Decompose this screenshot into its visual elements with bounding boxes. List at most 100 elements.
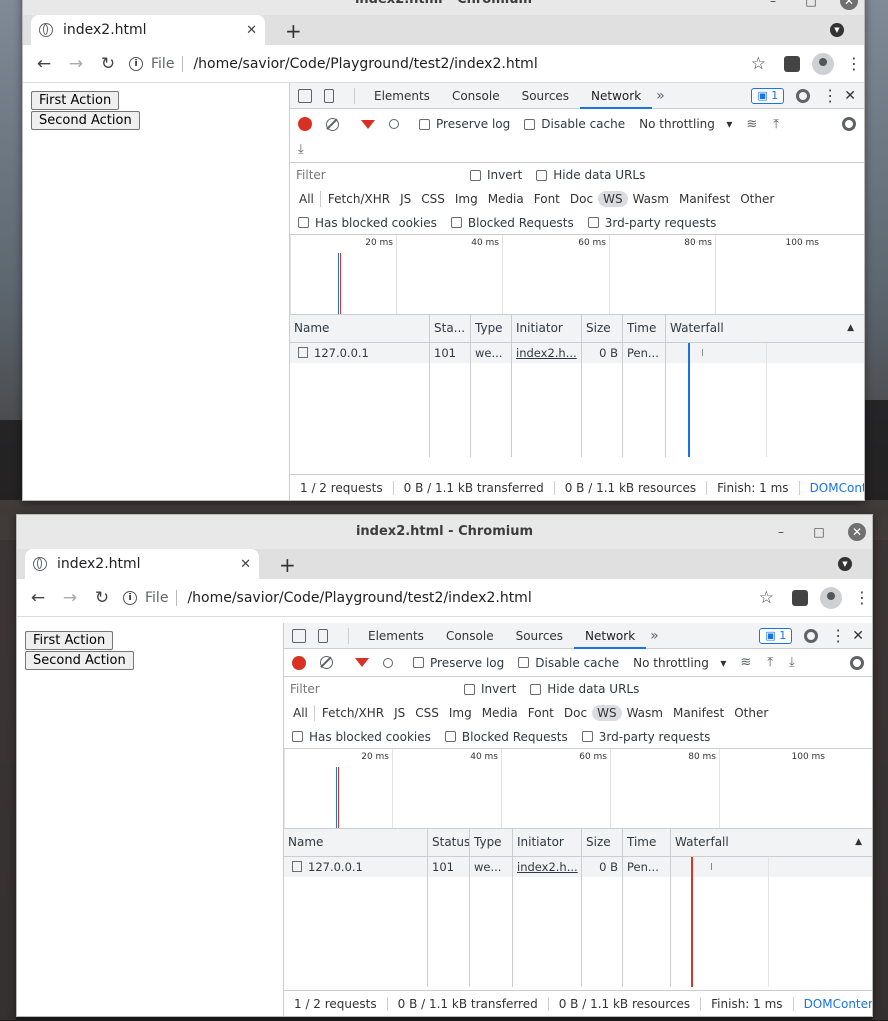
tab-search-icon[interactable]: ▼: [830, 23, 844, 37]
tab-network[interactable]: Network: [574, 623, 647, 649]
url-text[interactable]: /home/savior/Code/Playground/test2/index…: [193, 56, 750, 72]
bookmark-star-icon[interactable]: ☆: [751, 54, 766, 74]
extensions-icon[interactable]: [784, 55, 800, 72]
issues-badge[interactable]: ▣ 1: [751, 87, 785, 104]
network-conditions-icon[interactable]: ≋: [740, 655, 751, 670]
throttling-select[interactable]: No throttling ▾: [639, 117, 732, 131]
tab-network[interactable]: Network: [580, 83, 653, 109]
filter-funnel-icon[interactable]: [361, 119, 375, 129]
clear-icon[interactable]: [326, 117, 339, 131]
search-icon[interactable]: [383, 657, 393, 668]
invert-checkbox[interactable]: Invert: [470, 168, 522, 182]
blocked-cookies-checkbox[interactable]: Has blocked cookies: [292, 730, 431, 744]
record-icon[interactable]: [298, 117, 312, 131]
hide-data-urls-checkbox[interactable]: Hide data URLs: [536, 168, 645, 182]
back-icon[interactable]: ←: [25, 585, 51, 611]
tab-elements[interactable]: Elements: [357, 623, 435, 649]
info-icon[interactable]: i: [129, 56, 143, 71]
close-icon[interactable]: ✕: [848, 523, 866, 541]
disable-cache-checkbox[interactable]: Disable cache: [524, 117, 625, 131]
profile-avatar-icon[interactable]: [812, 52, 834, 75]
network-settings-gear-icon[interactable]: [842, 117, 856, 131]
column-size[interactable]: Size: [582, 315, 623, 342]
column-time[interactable]: Time: [623, 829, 671, 856]
type-filter-manifest[interactable]: Manifest: [674, 191, 735, 207]
type-filter-doc[interactable]: Doc: [559, 705, 592, 721]
settings-gear-icon[interactable]: [796, 88, 811, 103]
browser-tab[interactable]: index2.html ✕: [25, 549, 259, 579]
device-toolbar-icon[interactable]: [324, 88, 334, 103]
settings-gear-icon[interactable]: [804, 628, 819, 643]
type-filter-other[interactable]: Other: [729, 705, 773, 721]
device-toolbar-icon[interactable]: [318, 628, 328, 643]
filter-input[interactable]: [294, 166, 456, 184]
menu-kebab-icon[interactable]: ⋮: [846, 54, 862, 73]
address-bar[interactable]: i File /home/savior/Code/Playground/test…: [121, 582, 778, 613]
minimize-icon[interactable]: –: [764, 0, 782, 10]
disable-cache-checkbox[interactable]: Disable cache: [518, 656, 619, 670]
type-filter-ws[interactable]: WS: [592, 705, 622, 721]
type-filter-font[interactable]: Font: [523, 705, 559, 721]
type-filter-all[interactable]: All: [288, 705, 315, 721]
back-icon[interactable]: ←: [31, 51, 57, 77]
maximize-icon[interactable]: □: [802, 0, 820, 10]
blocked-requests-checkbox[interactable]: Blocked Requests: [450, 216, 574, 230]
info-icon[interactable]: i: [123, 590, 137, 605]
type-filter-ws[interactable]: WS: [598, 191, 628, 207]
more-tabs-icon[interactable]: »: [650, 628, 659, 644]
filter-input[interactable]: [288, 680, 450, 698]
profile-avatar-icon[interactable]: [820, 586, 842, 609]
type-filter-font[interactable]: Font: [529, 191, 565, 207]
column-status[interactable]: Status: [428, 829, 470, 856]
import-har-icon[interactable]: ⤒: [773, 117, 779, 132]
network-settings-gear-icon[interactable]: [850, 655, 864, 670]
browser-tab[interactable]: index2.html ✕: [31, 15, 265, 45]
maximize-icon[interactable]: □: [810, 523, 828, 541]
type-filter-media[interactable]: Media: [477, 705, 523, 721]
type-filter-fetch-xhr[interactable]: Fetch/XHR: [323, 191, 395, 207]
table-row[interactable]: 127.0.0.1 101 we... index2.h... 0 B Pen.…: [290, 343, 864, 363]
type-filter-manifest[interactable]: Manifest: [668, 705, 729, 721]
third-party-checkbox[interactable]: 3rd-party requests: [581, 730, 710, 744]
type-filter-all[interactable]: All: [294, 191, 321, 207]
close-devtools-icon[interactable]: ✕: [844, 88, 856, 104]
type-filter-css[interactable]: CSS: [416, 191, 450, 207]
column-name[interactable]: Name: [290, 315, 430, 342]
new-tab-icon[interactable]: +: [279, 553, 296, 577]
column-size[interactable]: Size: [582, 829, 623, 856]
type-filter-wasm[interactable]: Wasm: [628, 191, 674, 207]
tab-console[interactable]: Console: [435, 623, 505, 649]
tab-search-icon[interactable]: ▼: [838, 557, 852, 571]
address-bar[interactable]: i File /home/savior/Code/Playground/test…: [127, 48, 770, 79]
column-time[interactable]: Time: [623, 315, 666, 342]
url-text[interactable]: /home/savior/Code/Playground/test2/index…: [187, 590, 758, 606]
type-filter-fetch-xhr[interactable]: Fetch/XHR: [317, 705, 389, 721]
forward-icon[interactable]: →: [57, 585, 83, 611]
network-conditions-icon[interactable]: ≋: [746, 117, 757, 132]
second-action-button[interactable]: Second Action: [31, 111, 140, 130]
inspect-element-icon[interactable]: [298, 88, 312, 103]
reload-icon[interactable]: ↻: [89, 585, 115, 611]
menu-kebab-icon[interactable]: ⋮: [854, 588, 870, 607]
minimize-icon[interactable]: –: [772, 523, 790, 541]
inspect-element-icon[interactable]: [292, 628, 306, 643]
tab-console[interactable]: Console: [441, 83, 511, 109]
column-waterfall[interactable]: Waterfall ▲: [671, 829, 872, 856]
reload-icon[interactable]: ↻: [95, 51, 121, 77]
third-party-checkbox[interactable]: 3rd-party requests: [587, 216, 716, 230]
hide-data-urls-checkbox[interactable]: Hide data URLs: [530, 682, 639, 696]
first-action-button[interactable]: First Action: [31, 91, 120, 110]
more-tabs-icon[interactable]: »: [656, 88, 665, 104]
filter-funnel-icon[interactable]: [355, 658, 369, 667]
preserve-log-checkbox[interactable]: Preserve log: [419, 117, 510, 131]
type-filter-css[interactable]: CSS: [410, 705, 444, 721]
column-type[interactable]: Type: [471, 315, 512, 342]
table-row[interactable]: 127.0.0.1 101 we... index2.h... 0 B Pen.…: [284, 857, 872, 877]
second-action-button[interactable]: Second Action: [25, 651, 134, 670]
blocked-cookies-checkbox[interactable]: Has blocked cookies: [298, 216, 437, 230]
tab-sources[interactable]: Sources: [511, 83, 580, 109]
row-initiator-link[interactable]: index2.h...: [512, 343, 582, 363]
bookmark-star-icon[interactable]: ☆: [759, 588, 774, 608]
column-type[interactable]: Type: [470, 829, 513, 856]
type-filter-img[interactable]: Img: [444, 705, 477, 721]
